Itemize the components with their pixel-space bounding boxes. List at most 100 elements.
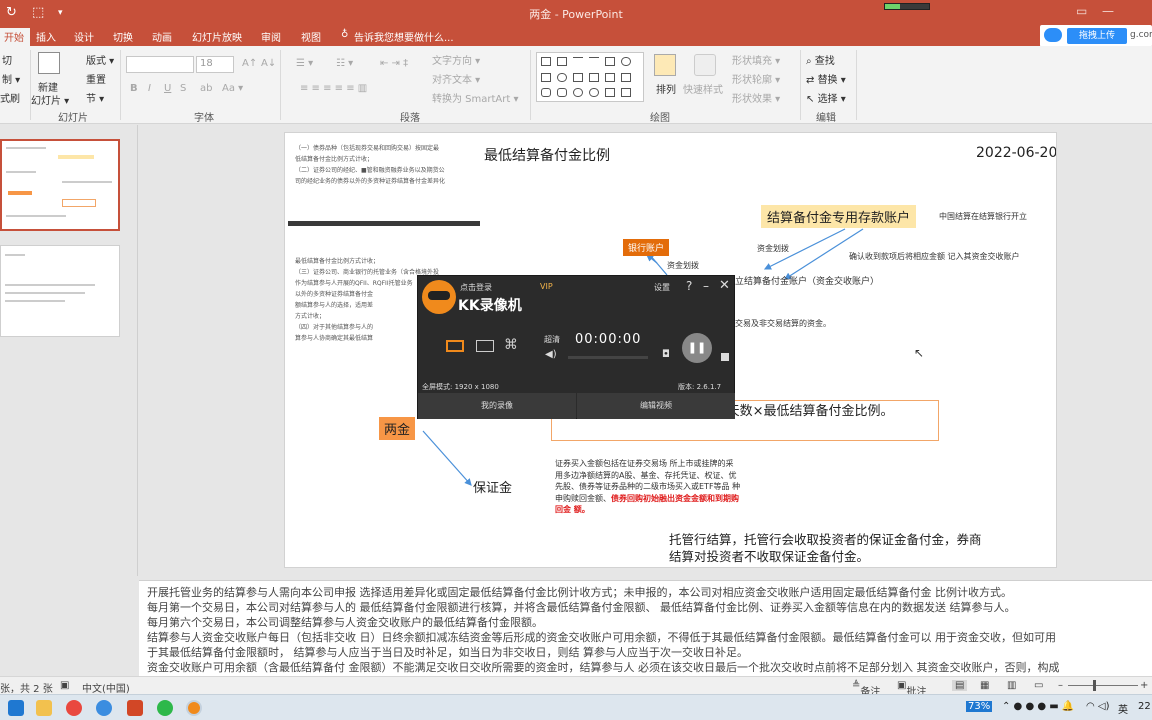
network-icon[interactable]: ◠ ◁) — [1086, 701, 1110, 712]
replace-button[interactable]: ⇄ 替换 ▾ — [806, 71, 846, 86]
ime-indicator[interactable]: 英 — [1118, 701, 1128, 716]
reset-button[interactable]: 重置 — [86, 71, 106, 86]
normal-view-icon[interactable]: ▤ — [952, 680, 968, 691]
upload-widget[interactable]: 拖拽上传 g.com — [1040, 25, 1152, 47]
csdc-note[interactable]: 中国结算在结算银行开立 — [939, 211, 1027, 222]
wechat-icon[interactable] — [157, 700, 173, 716]
battery-indicator[interactable]: 73% — [966, 701, 993, 712]
purchase-amount-note[interactable]: 证券买入金额包括在证券交易场 所上市或挂牌的采 用多边净额结算的A股、基金、存托… — [555, 458, 740, 516]
zoom-in-icon[interactable]: + — [1140, 680, 1148, 691]
tab-animations[interactable]: 动画 — [152, 29, 172, 44]
two-funds-box[interactable]: 两金 — [379, 417, 416, 440]
bold-button[interactable]: B — [130, 83, 138, 94]
comments-toggle[interactable]: ▣ 批注 — [897, 680, 926, 698]
underline-button[interactable]: U — [164, 83, 171, 94]
tab-review[interactable]: 审阅 — [261, 29, 281, 44]
start-icon[interactable] — [8, 700, 24, 716]
chrome-icon[interactable] — [66, 700, 82, 716]
my-recordings-button[interactable]: 我的录像 — [418, 393, 576, 419]
fund-transfer-label-2[interactable]: 资金划拨 — [667, 260, 699, 271]
tell-me-search[interactable]: 告诉我您想要做什么... — [354, 29, 454, 44]
settings-button[interactable]: 设置 — [654, 282, 670, 293]
notes-pane[interactable]: 开展托管业务的结算参与人需向本公司申报 选择适用差异化或固定最低结算备付金比例计… — [139, 580, 1152, 676]
slide-title[interactable]: 最低结算备付金比例 — [484, 145, 610, 165]
change-case-button[interactable]: Aa ▾ — [222, 83, 243, 94]
vip-badge[interactable]: VIP — [540, 282, 553, 291]
font-name-input[interactable] — [126, 56, 194, 73]
settlement-account-label[interactable]: 立结算备付金账户（资金交收账户） — [735, 274, 879, 287]
indent-icon[interactable]: ⇤ ⇥ ‡ — [380, 58, 408, 69]
tray-icons[interactable]: ⌃ ● ● ● ▬ 🔔 — [1002, 701, 1074, 712]
minimize-icon[interactable]: — — [1102, 4, 1114, 18]
slide-thumbnail-2[interactable] — [0, 245, 120, 337]
kk-recorder-taskbar-icon[interactable] — [186, 700, 202, 716]
tab-design[interactable]: 设计 — [74, 29, 94, 44]
font-size-input[interactable]: 18 — [196, 56, 234, 73]
shapes-gallery[interactable] — [536, 52, 644, 102]
reading-view-icon[interactable]: ▥ — [1007, 680, 1016, 691]
slide-date[interactable]: 2022-06-20 — [976, 145, 1056, 161]
quick-styles-icon[interactable] — [694, 54, 716, 76]
login-link[interactable]: 点击登录 — [460, 282, 492, 293]
help-icon[interactable]: ? — [686, 279, 692, 293]
file-explorer-icon[interactable] — [36, 700, 52, 716]
game-mode-icon[interactable]: ⌘ — [504, 337, 518, 353]
custodian-note[interactable]: 托管行结算，托管行会收取投资者的保证金备付金，券商 结算对投资者不收取保证金备付… — [669, 531, 982, 565]
slideshow-icon[interactable]: ▭ — [1034, 680, 1043, 691]
margin-label[interactable]: 保证金 — [473, 477, 512, 496]
shape-fill-button[interactable]: 形状填充 ▾ — [732, 52, 780, 67]
volume-slider[interactable] — [568, 356, 648, 359]
powerpoint-icon[interactable] — [127, 700, 143, 716]
bullets-icon[interactable]: ☰ ▾ — [296, 58, 313, 69]
fund-transfer-label-1[interactable]: 资金划拨 — [757, 243, 789, 254]
smartart-button[interactable]: 转换为 SmartArt ▾ — [432, 90, 519, 105]
cut-button[interactable]: 切 — [2, 52, 12, 67]
char-spacing-button[interactable]: ab — [200, 83, 212, 94]
format-painter-button[interactable]: 式刷 — [0, 90, 20, 105]
slide-sorter-icon[interactable]: ▦ — [980, 680, 989, 691]
arrange-button[interactable]: 排列 — [656, 81, 676, 96]
quality-label[interactable]: 超清 — [544, 334, 560, 345]
align-text-button[interactable]: 对齐文本 ▾ — [432, 71, 480, 86]
bank-account-box[interactable]: 银行账户 — [623, 239, 670, 256]
arrange-icon[interactable] — [654, 54, 676, 76]
tab-transitions[interactable]: 切换 — [113, 29, 133, 44]
shadow-button[interactable]: S — [180, 83, 186, 94]
region-mode-icon[interactable] — [476, 340, 494, 352]
edit-video-button[interactable]: 编辑视频 — [577, 393, 735, 419]
section-button[interactable]: 节 ▾ — [86, 90, 104, 105]
layout-button[interactable]: 版式 ▾ — [86, 52, 114, 67]
restore-ribbon-icon[interactable]: ▭ — [1076, 4, 1087, 18]
tab-view[interactable]: 视图 — [301, 29, 321, 44]
close-icon[interactable]: ✕ — [719, 278, 730, 293]
credit-note[interactable]: 确认收到款项后将相应金额 记入其资金交收账户 — [849, 251, 1020, 262]
shape-effects-button[interactable]: 形状效果 ▾ — [732, 90, 780, 105]
select-button[interactable]: ↖ 选择 ▾ — [806, 90, 846, 105]
stop-button[interactable] — [721, 353, 729, 361]
tab-slideshow[interactable]: 幻灯片放映 — [192, 29, 242, 44]
volume-icon[interactable]: ◀) — [545, 349, 557, 360]
camera-icon[interactable]: ◘ — [662, 349, 670, 360]
notes-toggle[interactable]: ≜ 备注 — [852, 680, 880, 698]
quick-styles-button[interactable]: 快速样式 — [683, 81, 723, 96]
zoom-slider-thumb[interactable] — [1093, 680, 1096, 691]
fullscreen-mode-icon[interactable] — [446, 340, 464, 352]
new-slide-icon[interactable] — [38, 52, 60, 74]
slide-thumbnail-1[interactable] — [0, 139, 120, 231]
copy-button[interactable]: 制 ▾ — [2, 71, 20, 86]
spellcheck-icon[interactable]: ▣ — [60, 680, 69, 691]
italic-button[interactable]: I — [148, 83, 151, 94]
baidu-netdisk-icon[interactable] — [96, 700, 112, 716]
language-indicator[interactable]: 中文(中国) — [82, 680, 130, 695]
shape-outline-button[interactable]: 形状轮廓 ▾ — [732, 71, 780, 86]
zoom-slider[interactable] — [1068, 685, 1138, 686]
upload-button[interactable]: 拖拽上传 — [1067, 28, 1127, 44]
tab-insert[interactable]: 插入 — [36, 29, 56, 44]
settlement-funds-note[interactable]: 交易及非交易结算的资金。 — [735, 318, 831, 329]
pause-button[interactable]: ❚❚ — [682, 333, 712, 363]
find-button[interactable]: ⌕ 查找 — [806, 52, 835, 67]
clock[interactable]: 22 — [1138, 701, 1151, 712]
text-direction-button[interactable]: 文字方向 ▾ — [432, 52, 480, 67]
kk-recorder-window[interactable]: 点击登录 VIP 设置 ? – ✕ KK录像机 ⌘ 超清 ◀) 00:00:00… — [417, 275, 735, 419]
align-icons[interactable]: ≡ ≡ ≡ ≡ ≡ ▥ — [300, 83, 367, 94]
